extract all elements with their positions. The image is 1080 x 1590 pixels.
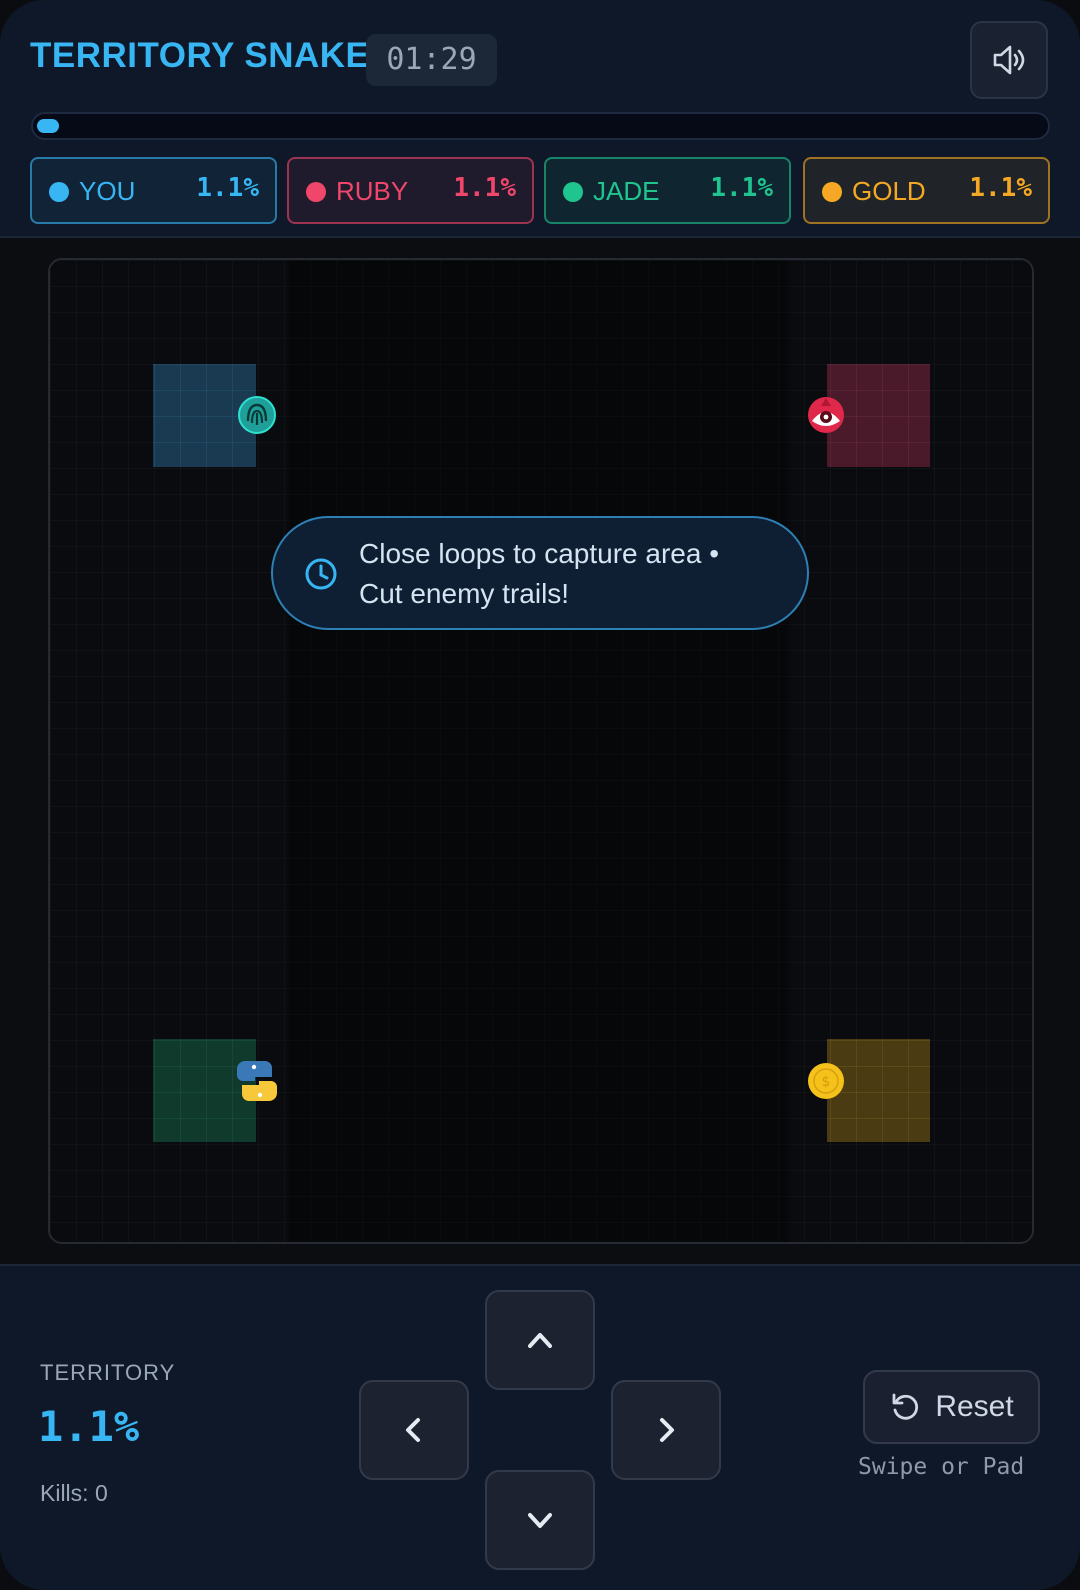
sound-toggle-button[interactable] (970, 21, 1048, 99)
player-name: YOU (79, 176, 136, 206)
match-progress-bar (31, 112, 1050, 140)
timer: 01:29 (366, 34, 497, 86)
board-canvas: $ (50, 260, 1032, 1242)
game-board[interactable]: $ (48, 258, 1034, 1244)
speaker-volume-icon (993, 45, 1025, 75)
instruction-text: Close loops to capture area • Cut enemy … (359, 534, 789, 614)
coin-icon: $ (808, 1063, 844, 1099)
control-panel: TERRITORY 1.1% Kills: 0 Reset Swipe or P… (0, 1264, 1080, 1590)
player-name: GOLD (852, 176, 926, 206)
chevron-up-icon (528, 1333, 552, 1348)
player-percent: 1.1% (196, 173, 259, 203)
scoreboard: YOU 1.1% RUBY 1.1% JADE 1.1% GOLD 1.1% (30, 157, 1050, 224)
player-percent: 1.1% (969, 173, 1032, 203)
game-frame: TERRITORY SNAKE 01:29 YOU 1.1% RUBY 1.1% (0, 0, 1080, 1590)
territory-label: TERRITORY (40, 1360, 176, 1385)
fingerprint-icon (238, 396, 276, 434)
control-hint: Swipe or Pad (858, 1454, 1025, 1480)
territory-value: 1.1% (38, 1402, 140, 1451)
chevron-left-icon (406, 1418, 420, 1442)
player-percent: 1.1% (453, 173, 516, 203)
svg-text:$: $ (822, 1074, 831, 1090)
eye-icon (808, 397, 844, 433)
instruction-line-2: Cut enemy trails! (359, 578, 570, 609)
kills-counter: Kills: 0 (40, 1480, 108, 1506)
chevron-right-icon (660, 1418, 674, 1442)
reset-label: Reset (935, 1390, 1014, 1423)
dpad-up-button[interactable] (485, 1290, 595, 1390)
player-name: JADE (593, 176, 660, 206)
score-card-ruby: RUBY 1.1% (287, 157, 534, 224)
player-color-dot (822, 182, 842, 202)
score-card-gold: GOLD 1.1% (803, 157, 1050, 224)
territory-jade (153, 1039, 256, 1142)
territory-gold (827, 1039, 930, 1142)
header: TERRITORY SNAKE 01:29 YOU 1.1% RUBY 1.1% (0, 0, 1080, 238)
player-color-dot (563, 182, 583, 202)
chevron-down-icon (528, 1513, 552, 1528)
arena-area: $ Close loops to capture area • Cut enem… (0, 238, 1080, 1264)
match-progress-fill (37, 119, 59, 133)
rotate-ccw-icon (892, 1393, 919, 1420)
instruction-line-1: Close loops to capture area • (359, 538, 720, 569)
player-color-dot (49, 182, 69, 202)
game-title: TERRITORY SNAKE (30, 36, 370, 75)
score-card-jade: JADE 1.1% (544, 157, 791, 224)
reset-button[interactable]: Reset (863, 1370, 1040, 1444)
dpad-left-button[interactable] (359, 1380, 469, 1480)
score-card-you: YOU 1.1% (30, 157, 277, 224)
player-percent: 1.1% (710, 173, 773, 203)
player-color-dot (306, 182, 326, 202)
clock-icon (305, 558, 337, 590)
player-name: RUBY (336, 176, 409, 206)
instruction-tooltip: Close loops to capture area • Cut enemy … (271, 516, 809, 630)
dpad-down-button[interactable] (485, 1470, 595, 1570)
dpad-right-button[interactable] (611, 1380, 721, 1480)
